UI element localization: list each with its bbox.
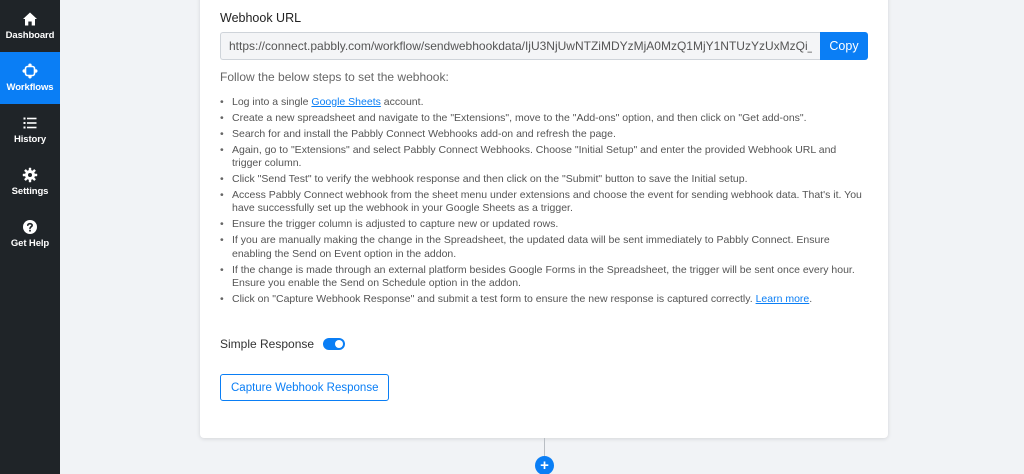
sidebar-item-label: Dashboard (5, 30, 55, 41)
list-item: Create a new spreadsheet and navigate to… (220, 112, 868, 126)
instructions-list: Log into a single Google Sheets account.… (220, 96, 868, 309)
add-step-button[interactable]: + (535, 456, 554, 474)
sidebar-item-history[interactable]: History (0, 104, 60, 156)
capture-webhook-response-button[interactable]: Capture Webhook Response (220, 374, 390, 401)
sidebar-item-label: Get Help (10, 238, 50, 249)
instructions-intro: Follow the below steps to set the webhoo… (220, 70, 449, 84)
webhook-url-input[interactable] (220, 32, 820, 60)
sidebar-item-label: History (13, 134, 47, 145)
workflow-icon (22, 63, 38, 79)
copy-button[interactable]: Copy (820, 32, 868, 60)
simple-response-toggle[interactable] (323, 338, 346, 350)
step-connector-line (544, 438, 545, 456)
list-item: If the change is made through an externa… (220, 264, 868, 291)
help-icon (23, 220, 37, 234)
list-item: Search for and install the Pabbly Connec… (220, 128, 868, 142)
sidebar: Dashboard Workflows History Settings Get… (0, 0, 60, 474)
list-item: Ensure the trigger column is adjusted to… (220, 218, 868, 232)
list-item: Log into a single Google Sheets account. (220, 96, 868, 110)
list-item: Click "Send Test" to verify the webhook … (220, 173, 868, 187)
sidebar-item-dashboard[interactable]: Dashboard (0, 0, 60, 52)
simple-response-label: Simple Response (220, 337, 315, 351)
sidebar-item-settings[interactable]: Settings (0, 156, 60, 208)
history-icon (23, 117, 37, 129)
simple-response-row: Simple Response (220, 337, 346, 351)
sidebar-item-get-help[interactable]: Get Help (0, 208, 60, 260)
google-sheets-link[interactable]: Google Sheets (311, 96, 380, 108)
list-item: Access Pabbly Connect webhook from the s… (220, 189, 868, 216)
home-icon (23, 12, 37, 26)
sidebar-item-label: Workflows (6, 82, 54, 93)
toggle-knob (335, 340, 344, 348)
webhook-url-label: Webhook URL (220, 11, 302, 25)
list-item: Click on "Capture Webhook Response" and … (220, 293, 868, 307)
gear-icon (22, 167, 38, 183)
list-item: If you are manually making the change in… (220, 234, 868, 261)
learn-more-link[interactable]: Learn more (756, 293, 810, 305)
sidebar-item-label: Settings (11, 186, 49, 197)
webhook-url-row: Copy (220, 32, 868, 60)
sidebar-item-workflows[interactable]: Workflows (0, 52, 60, 104)
webhook-trigger-card: Webhook URL Copy Follow the below steps … (200, 0, 888, 438)
list-item: Again, go to "Extensions" and select Pab… (220, 144, 868, 171)
